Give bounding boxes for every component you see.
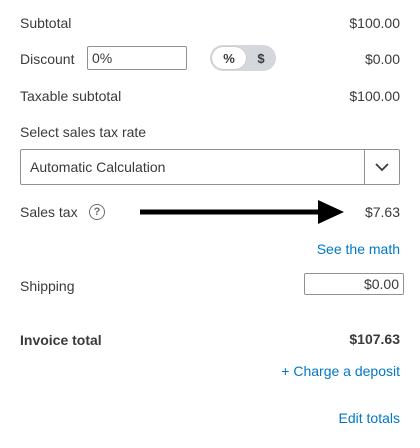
invoice-total-label: Invoice total: [20, 332, 102, 348]
invoice-total-amount: $107.63: [349, 331, 400, 347]
sales-tax-amount: $7.63: [364, 204, 400, 220]
discount-amount: $0.00: [364, 51, 400, 67]
tax-rate-selected-value: Automatic Calculation: [30, 159, 166, 175]
taxable-subtotal-amount: $100.00: [349, 88, 400, 104]
shipping-label: Shipping: [20, 278, 75, 294]
help-icon[interactable]: ?: [89, 204, 105, 220]
discount-input[interactable]: [87, 46, 187, 70]
chevron-down-icon[interactable]: [365, 150, 399, 184]
tax-rate-select[interactable]: Automatic Calculation: [20, 149, 400, 185]
subtotal-amount: $100.00: [349, 15, 400, 31]
discount-label: Discount: [20, 51, 75, 67]
see-the-math-link[interactable]: See the math: [317, 241, 400, 257]
percent-option[interactable]: %: [212, 47, 246, 69]
shipping-input[interactable]: [304, 273, 404, 295]
charge-deposit-link[interactable]: + Charge a deposit: [281, 363, 400, 379]
sales-tax-label: Sales tax: [20, 204, 78, 220]
dollar-option[interactable]: $: [250, 47, 272, 69]
subtotal-label: Subtotal: [20, 15, 72, 31]
tax-rate-label: Select sales tax rate: [20, 124, 147, 140]
discount-type-toggle[interactable]: % $: [210, 45, 276, 71]
taxable-subtotal-label: Taxable subtotal: [20, 88, 122, 104]
arrow-right-icon: [140, 200, 344, 224]
edit-totals-link[interactable]: Edit totals: [339, 410, 400, 426]
